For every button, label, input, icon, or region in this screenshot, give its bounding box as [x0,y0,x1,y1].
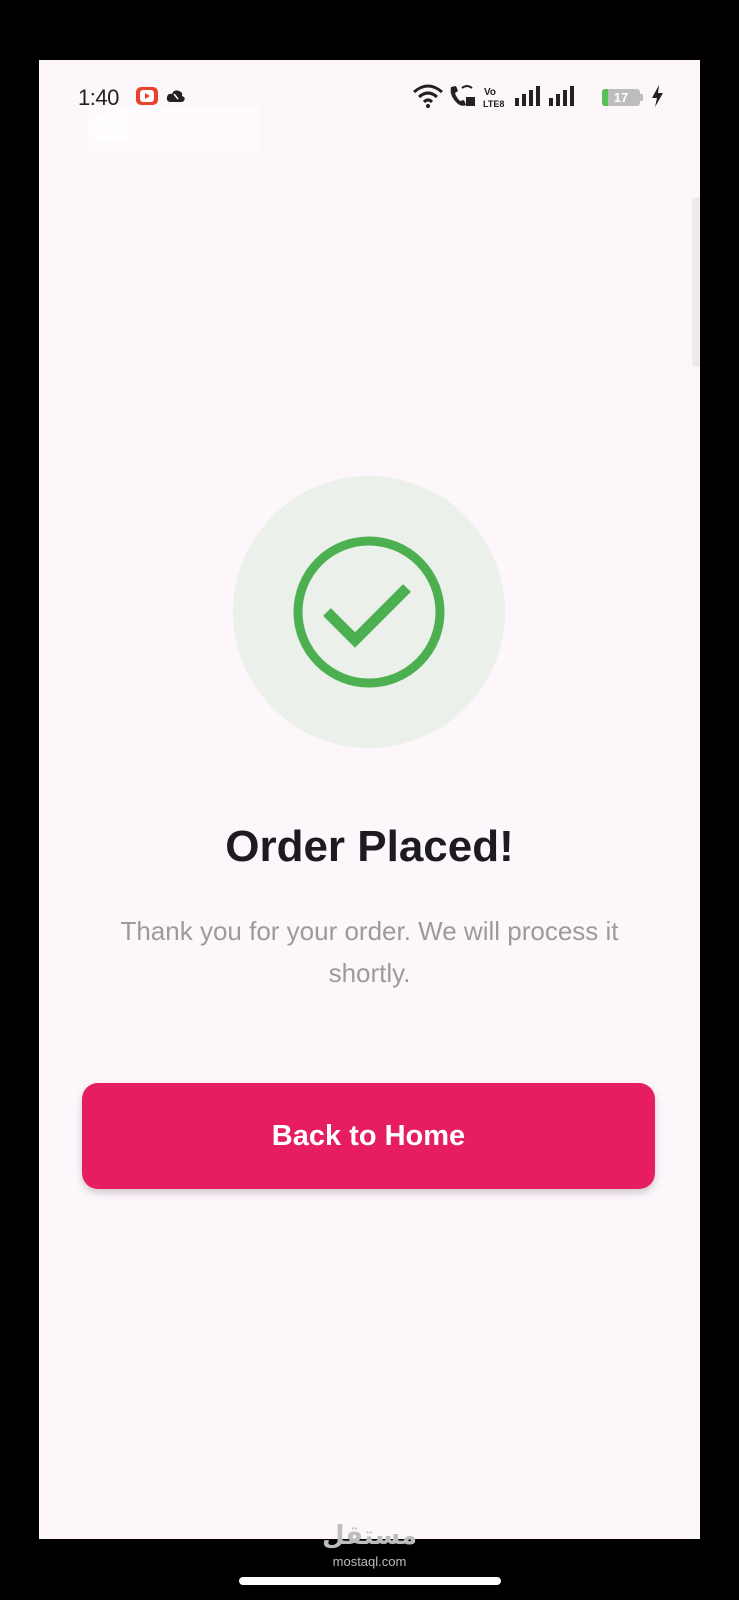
confirmation-message: Thank you for your order. We will proces… [120,916,619,988]
back-to-home-button[interactable]: Back to Home [82,1083,655,1189]
check-circle-icon [293,536,445,688]
scroll-indicator [692,197,700,367]
screen-recorder-overlay [87,106,259,152]
battery-icon: 17 [602,89,640,106]
svg-text:LTE8: LTE8 [483,99,504,109]
youtube-notification-icon [136,87,158,105]
home-indicator[interactable] [239,1577,501,1585]
page-title: Order Placed! [225,822,514,871]
signal-icon [514,84,542,113]
wifi-calling-icon [448,84,476,113]
charging-icon [650,84,664,113]
battery-nub [640,94,643,101]
wifi-icon [412,84,444,113]
watermark-url: mostaql.com [332,1554,407,1569]
volte-icon: Vo LTE8 [482,85,512,114]
app-screen: 1:40 Vo LTE8 17 Order Placed! Thank you … [39,60,700,1539]
battery-level: 17 [613,90,629,105]
capcut-icon [94,115,128,143]
success-badge [233,476,505,748]
back-to-home-label: Back to Home [271,1119,466,1152]
signal-icon [548,84,576,113]
watermark-logo: مستقل [321,1520,418,1550]
svg-text:Vo: Vo [484,87,496,98]
